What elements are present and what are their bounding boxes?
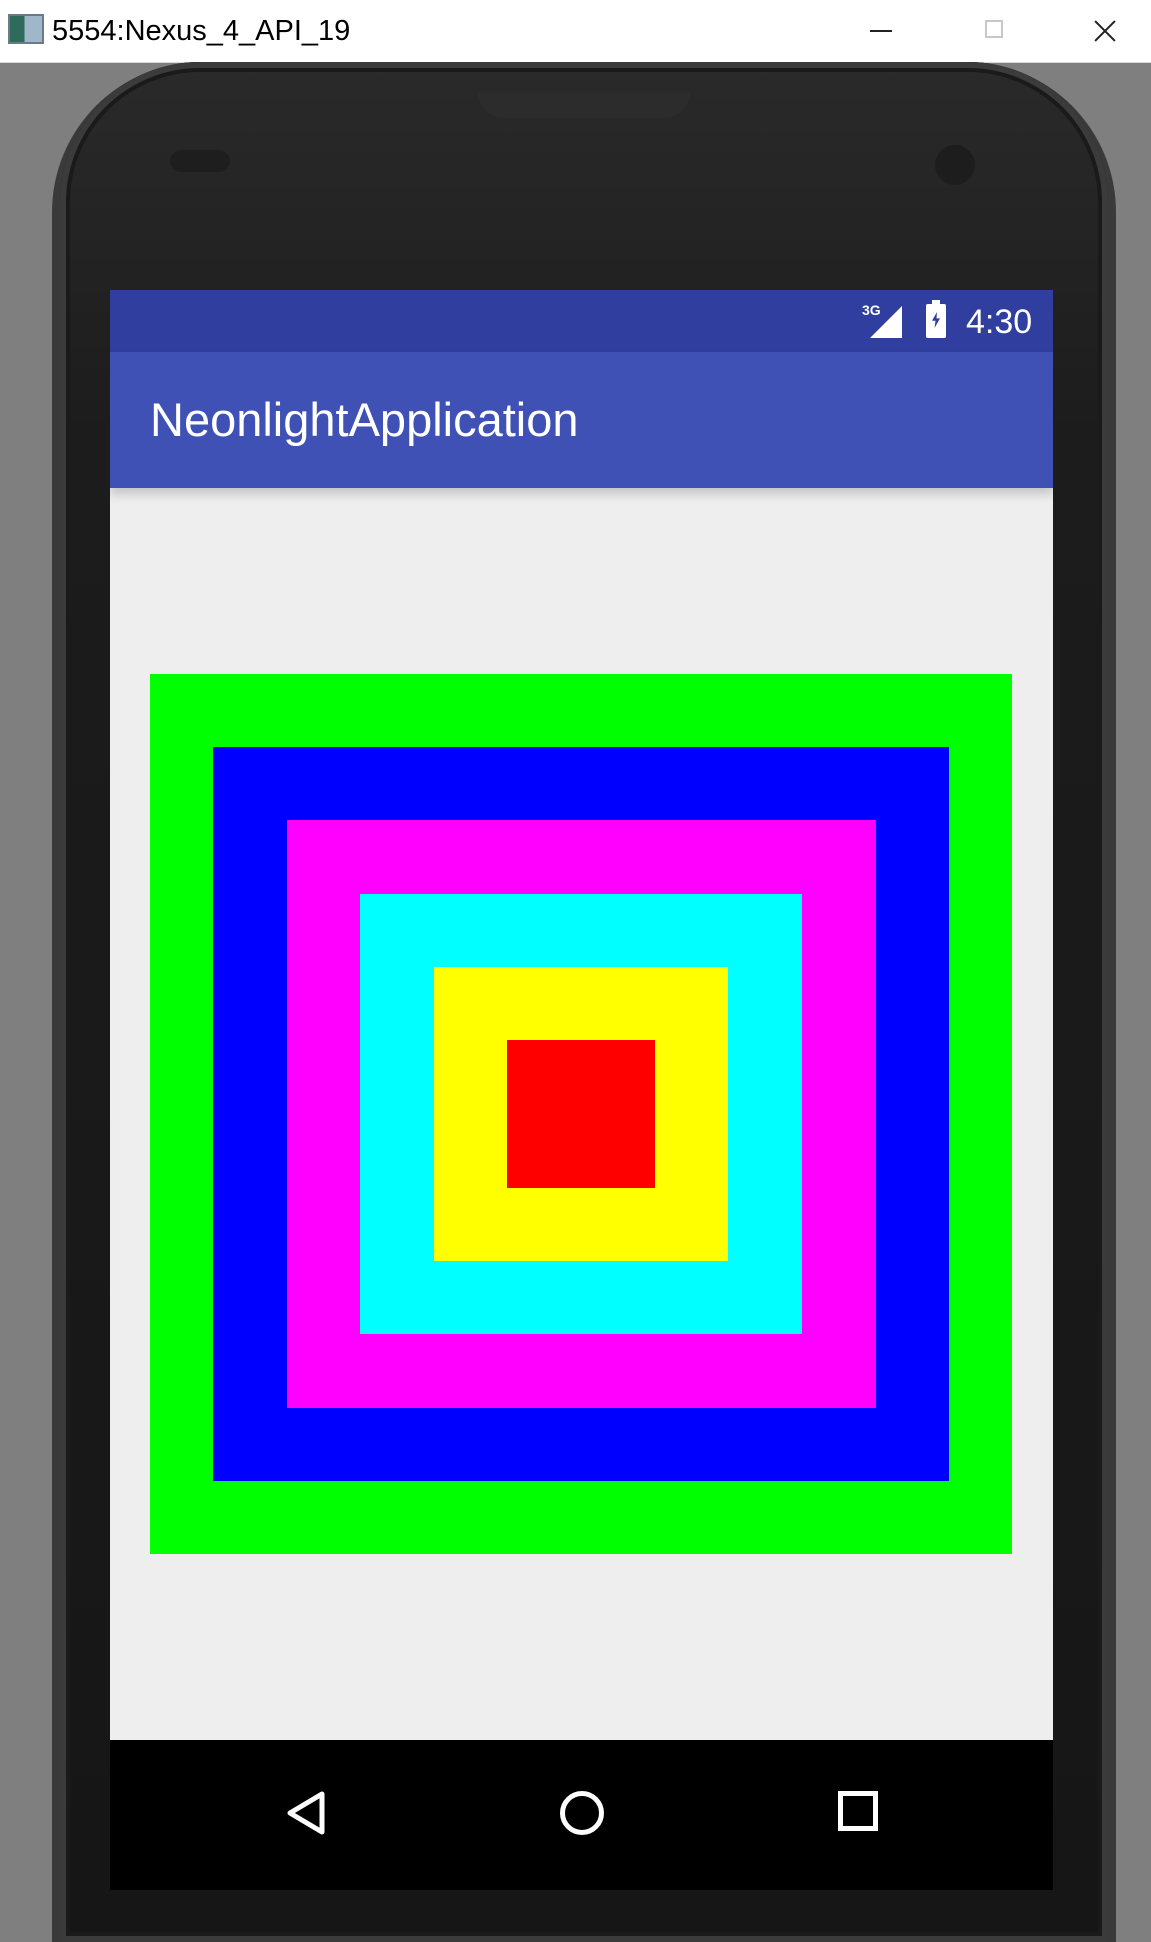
close-button[interactable] xyxy=(1055,0,1151,62)
app-title: NeonlightApplication xyxy=(150,393,579,446)
proximity-sensor xyxy=(170,150,230,172)
inner-square xyxy=(507,1040,655,1188)
signal-icon xyxy=(870,306,902,338)
status-bar: 3G 4:30 xyxy=(110,290,1053,352)
front-camera xyxy=(935,145,975,185)
navigation-bar xyxy=(110,1740,1053,1890)
minimize-button[interactable] xyxy=(825,0,935,62)
home-icon[interactable] xyxy=(560,1791,604,1835)
device-screen: 3G 4:30 NeonlightApplication xyxy=(110,290,1053,1890)
recents-icon[interactable] xyxy=(838,1791,878,1831)
window-title: 5554:Nexus_4_API_19 xyxy=(52,15,351,47)
maximize-button[interactable] xyxy=(940,0,1050,62)
app-bar: NeonlightApplication xyxy=(110,352,1053,488)
app-icon xyxy=(8,14,44,44)
status-clock: 4:30 xyxy=(966,303,1033,341)
earpiece-speaker xyxy=(478,92,690,118)
back-icon xyxy=(287,1791,325,1835)
window-title-bar: 5554:Nexus_4_API_19 xyxy=(0,0,1151,63)
battery-charging-icon xyxy=(926,300,946,338)
